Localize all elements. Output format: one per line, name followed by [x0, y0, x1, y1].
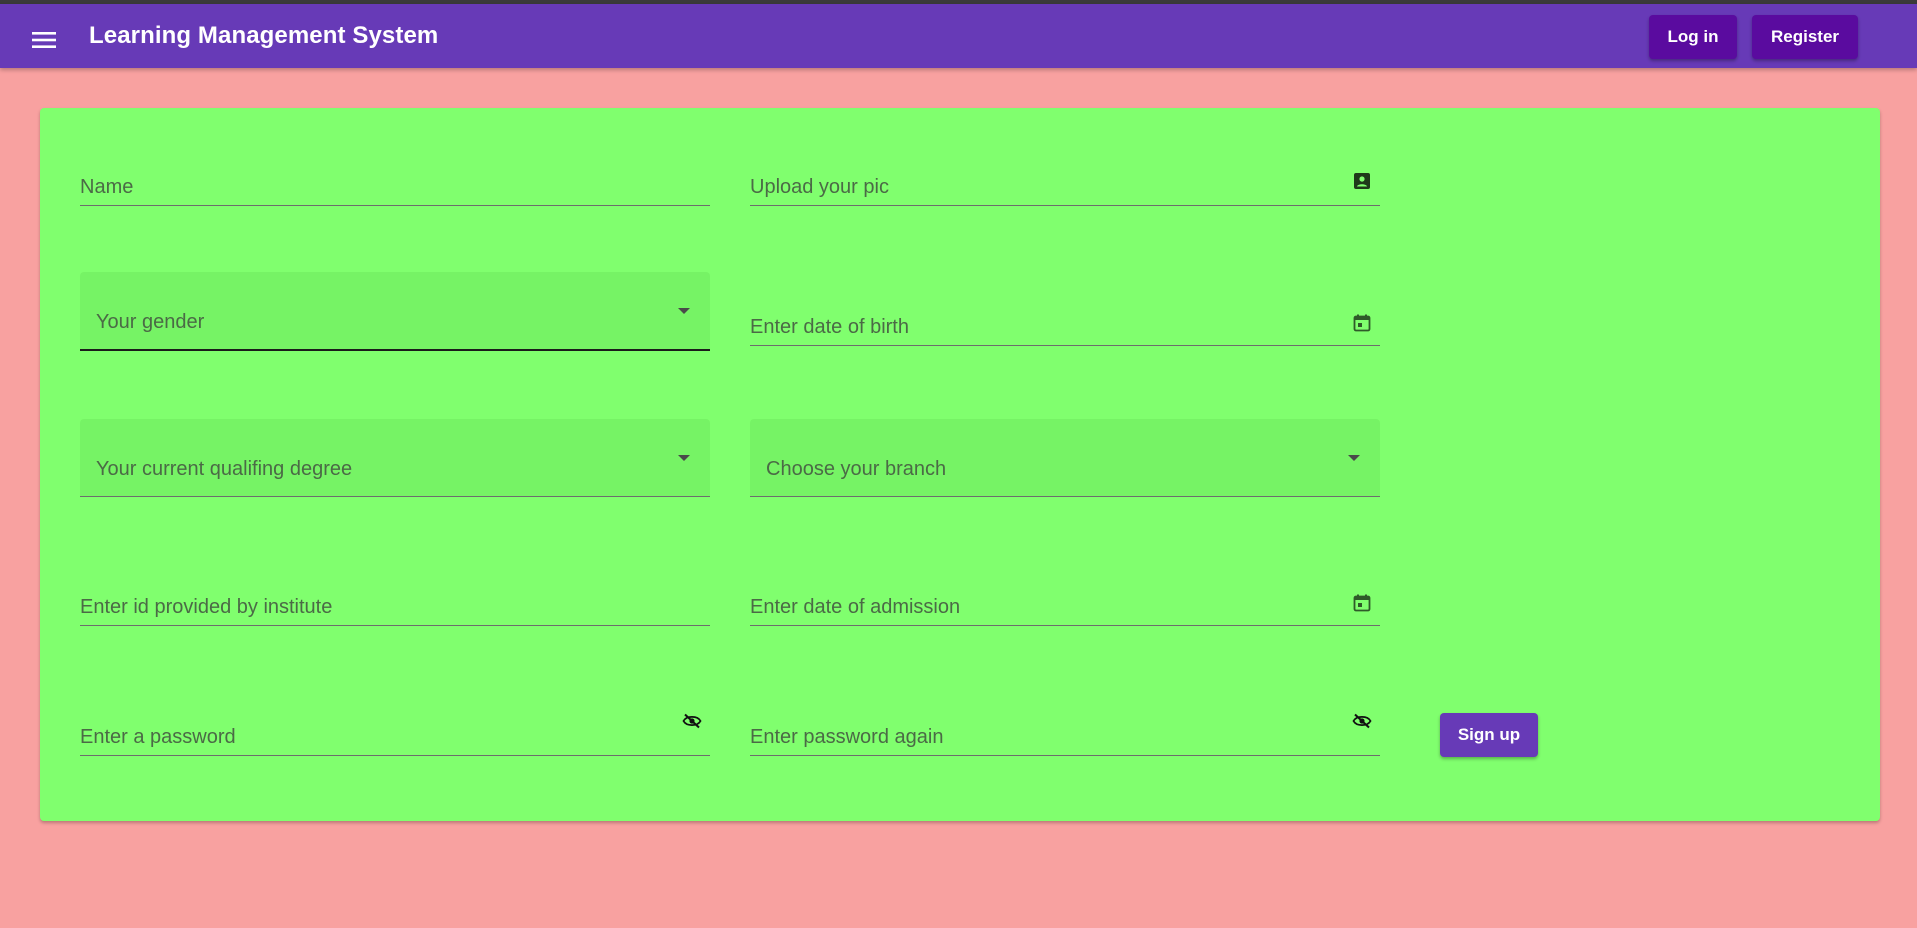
branch-label: Choose your branch: [766, 458, 947, 480]
password-again-field[interactable]: Enter password again: [750, 703, 1380, 756]
degree-select[interactable]: Your current qualifing degree: [80, 419, 710, 497]
gender-select[interactable]: Your gender: [80, 272, 710, 351]
account-box-icon[interactable]: [1352, 171, 1372, 191]
password-label: Enter a password: [80, 726, 236, 748]
name-field[interactable]: Name: [80, 158, 710, 206]
visibility-off-icon[interactable]: [1352, 711, 1372, 731]
upload-pic-field[interactable]: Upload your pic: [750, 158, 1380, 206]
branch-select[interactable]: Choose your branch: [750, 419, 1380, 497]
chevron-down-icon: [678, 455, 690, 461]
app-title: Learning Management System: [89, 22, 439, 49]
calendar-icon[interactable]: [1352, 313, 1372, 333]
registration-card: Name Upload your pic Your gender Enter d…: [40, 108, 1880, 821]
password-again-label: Enter password again: [750, 726, 944, 748]
upload-pic-label: Upload your pic: [750, 176, 889, 198]
app-toolbar: Learning Management System Log in Regist…: [0, 4, 1917, 68]
name-label: Name: [80, 176, 134, 198]
dob-field[interactable]: Enter date of birth: [750, 293, 1380, 346]
menu-button[interactable]: [22, 18, 66, 62]
admission-date-field[interactable]: Enter date of admission: [750, 573, 1380, 626]
password-field[interactable]: Enter a password: [80, 703, 710, 756]
admission-date-label: Enter date of admission: [750, 596, 961, 618]
register-button[interactable]: Register: [1752, 15, 1858, 59]
calendar-icon[interactable]: [1352, 593, 1372, 613]
chevron-down-icon: [1348, 455, 1360, 461]
dob-label: Enter date of birth: [750, 316, 909, 338]
menu-icon: [32, 32, 56, 48]
degree-label: Your current qualifing degree: [96, 458, 353, 480]
institute-id-label: Enter id provided by institute: [80, 596, 333, 618]
signup-button[interactable]: Sign up: [1440, 713, 1538, 757]
chevron-down-icon: [678, 308, 690, 314]
institute-id-field[interactable]: Enter id provided by institute: [80, 573, 710, 626]
visibility-off-icon[interactable]: [682, 711, 702, 731]
gender-label: Your gender: [96, 311, 205, 333]
login-button[interactable]: Log in: [1649, 15, 1737, 59]
